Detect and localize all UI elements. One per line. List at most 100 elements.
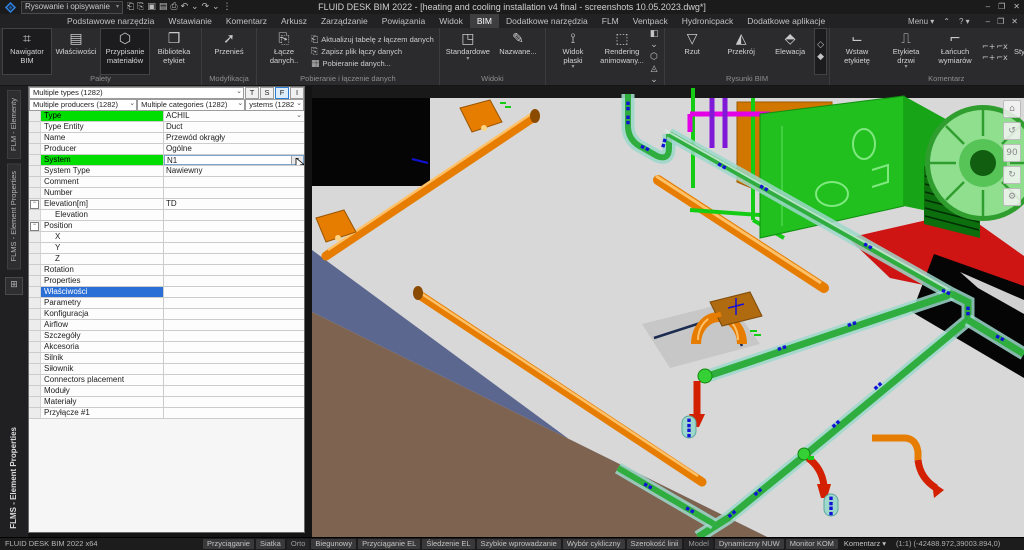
property-value[interactable]: TD xyxy=(164,199,304,209)
open-file-icon[interactable]: ⎘ xyxy=(137,1,144,14)
ribbon-tab-wstawianie[interactable]: Wstawianie xyxy=(161,14,218,28)
property-row-x[interactable]: X xyxy=(29,232,304,243)
property-row-akcesoria[interactable]: Akcesoria xyxy=(29,342,304,353)
property-label[interactable]: Position xyxy=(41,221,164,231)
property-row-system[interactable]: SystemN1▾ xyxy=(29,155,304,166)
flat-view-button[interactable]: ⟟Widokpłaski▾ xyxy=(549,29,597,86)
property-value[interactable] xyxy=(164,221,304,231)
tool-icon[interactable]: ◧ ⌄ xyxy=(649,29,659,51)
property-row-number[interactable]: Number xyxy=(29,188,304,199)
property-label[interactable]: Siłownik xyxy=(41,364,164,374)
restore-icon[interactable]: ❐ xyxy=(998,0,1005,14)
property-label[interactable]: Szczegóły xyxy=(41,331,164,341)
status-toggle-orto[interactable]: Orto xyxy=(287,539,310,549)
print-icon[interactable]: ⎙ xyxy=(170,1,177,14)
undo-icon[interactable]: ↶ ⌄ xyxy=(181,1,199,14)
property-label[interactable]: Connectors placement xyxy=(41,375,164,385)
property-label[interactable]: Akcesoria xyxy=(41,342,164,352)
property-row-position[interactable]: −Position xyxy=(29,221,304,232)
restore-icon[interactable]: ❐ xyxy=(997,17,1004,26)
property-label[interactable]: Elevation[m] xyxy=(41,199,164,209)
label-library-button[interactable]: ❒Bibliotekaetykiet xyxy=(150,29,198,74)
property-row-w-a-ciwo-ci[interactable]: Właściwości xyxy=(29,287,304,298)
status-toggle-model[interactable]: Model xyxy=(684,539,712,549)
update-data-link-table-button[interactable]: ⎗Aktualizuj tabelę z łączem danych xyxy=(311,35,434,45)
tool-icon[interactable]: ⌐x xyxy=(996,42,1008,51)
property-label[interactable]: Rotation xyxy=(41,265,164,275)
system-combo[interactable]: N1▾ xyxy=(164,155,304,165)
dimension-chain-button[interactable]: ⌐Łańcuchwymiarów xyxy=(931,29,979,74)
standard-views-button[interactable]: ◳Standardowe▾ xyxy=(443,29,493,74)
property-value[interactable] xyxy=(164,353,304,363)
property-value[interactable]: Nawiewny xyxy=(164,166,304,176)
door-label-button[interactable]: ⎍Etykietadrzwi▾ xyxy=(882,29,930,74)
elevation-button[interactable]: ⬘Elewacja xyxy=(766,29,814,74)
property-value[interactable] xyxy=(164,210,304,220)
property-value[interactable] xyxy=(164,386,304,396)
property-row-elevation-m[interactable]: −Elevation[m]TD xyxy=(29,199,304,210)
filter-button-t[interactable]: T xyxy=(245,87,259,99)
property-label[interactable]: Materiały xyxy=(41,397,164,407)
comment-dropdown[interactable]: Komentarz ▾ xyxy=(840,539,890,549)
property-row-system-type[interactable]: System TypeNawiewny xyxy=(29,166,304,177)
close-icon[interactable]: ✕ xyxy=(1013,0,1020,14)
property-label[interactable]: System Type xyxy=(41,166,164,176)
property-row-przy-cze-1[interactable]: Przyłącze #1 xyxy=(29,408,304,419)
property-value[interactable] xyxy=(164,287,304,297)
property-row-parametry[interactable]: Parametry xyxy=(29,298,304,309)
status-toggle-przyci-ganie-el[interactable]: Przyciąganie EL xyxy=(358,539,420,549)
property-label[interactable]: Properties xyxy=(41,276,164,286)
property-label[interactable]: Type xyxy=(41,111,164,121)
ribbon-tab-dodatkowe-aplikacje[interactable]: Dodatkowe aplikacje xyxy=(740,14,832,28)
property-row-z[interactable]: Z xyxy=(29,254,304,265)
property-row-properties[interactable]: Properties xyxy=(29,276,304,287)
ribbon-tab-widok[interactable]: Widok xyxy=(432,14,470,28)
property-label[interactable]: Number xyxy=(41,188,164,198)
viewport-3d-scene[interactable] xyxy=(312,86,1024,537)
property-label[interactable]: Y xyxy=(41,243,164,253)
property-row-szczeg-y[interactable]: Szczegóły xyxy=(29,331,304,342)
section-button[interactable]: ◭Przekrój xyxy=(717,29,765,74)
new-file-icon[interactable]: ⎗ xyxy=(127,1,134,14)
bim-navigator-button[interactable]: ⌗NawigatorBIM xyxy=(3,29,51,74)
systems-filter-dropdown[interactable]: ystems (1282 xyxy=(245,99,304,111)
property-row-comment[interactable]: Comment xyxy=(29,177,304,188)
tool-icon[interactable]: ◬ ⌄ xyxy=(649,64,659,86)
tool-icon[interactable]: ⌐x xyxy=(996,53,1008,62)
filter-button-i[interactable]: I xyxy=(290,87,304,99)
workspace-dropdown[interactable]: Rysowanie i opisywanie ▾ xyxy=(21,1,123,14)
types-filter-dropdown[interactable]: Multiple types (1282) xyxy=(29,87,244,99)
data-link-button[interactable]: ⎘Łączedanych.. xyxy=(260,29,308,74)
property-value[interactable] xyxy=(164,298,304,308)
status-toggle-biegunowy[interactable]: Biegunowy xyxy=(311,539,356,549)
save-icon[interactable]: ▤ xyxy=(159,1,168,14)
property-row-y[interactable]: Y xyxy=(29,243,304,254)
property-value[interactable] xyxy=(164,232,304,242)
property-label[interactable]: System xyxy=(41,155,164,165)
tool-icon[interactable]: ⌐+ xyxy=(982,53,994,62)
property-value[interactable] xyxy=(164,364,304,374)
property-label[interactable]: Właściwości xyxy=(41,287,164,297)
property-value[interactable]: N1▾ xyxy=(164,155,304,165)
insert-label-button[interactable]: ⌙Wstawetykietę xyxy=(833,29,881,74)
ribbon-tab-dodatkowe-narz-dzia[interactable]: Dodatkowe narzędzia xyxy=(499,14,595,28)
status-toggle-siatka[interactable]: Siatka xyxy=(256,539,285,549)
property-value[interactable] xyxy=(164,408,304,418)
property-value[interactable]: Przewód okrągły xyxy=(164,133,304,143)
ribbon-tab-bim[interactable]: BIM xyxy=(470,14,499,28)
tool-icon[interactable]: ⬡ xyxy=(649,52,659,63)
menu-dropdown[interactable]: Menu ▾ xyxy=(908,17,934,26)
property-value[interactable]: Ogólne xyxy=(164,144,304,154)
status-toggle-ledzenie-el[interactable]: Śledzenie EL xyxy=(422,539,474,549)
status-toggle-dynamiczny-nuw[interactable]: Dynamiczny NUW xyxy=(715,539,784,549)
tool-icon[interactable]: ⌐+ xyxy=(982,42,994,51)
property-value[interactable] xyxy=(164,254,304,264)
ribbon-tab-komentarz[interactable]: Komentarz xyxy=(219,14,274,28)
save-as-icon[interactable]: ▣ xyxy=(147,1,156,14)
property-label[interactable]: Airflow xyxy=(41,320,164,330)
pin-icon[interactable]: ⌃ xyxy=(943,17,950,26)
status-toggle-przyci-ganie[interactable]: Przyciąganie xyxy=(203,539,254,549)
property-value[interactable] xyxy=(164,309,304,319)
ribbon-tab-ventpack[interactable]: Ventpack xyxy=(626,14,675,28)
collapse-icon[interactable]: − xyxy=(30,200,39,209)
